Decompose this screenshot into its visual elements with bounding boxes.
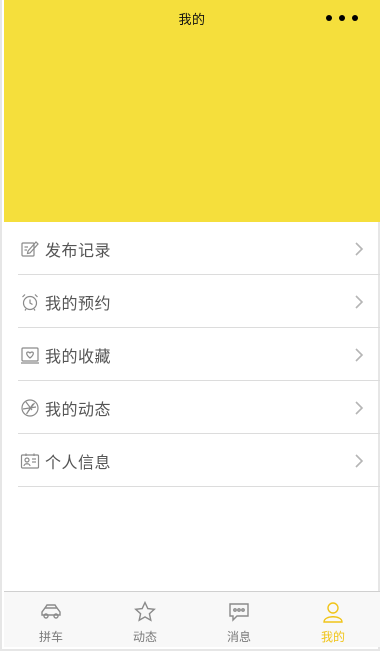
tab-label: 消息 [226,630,251,644]
chevron-right-icon [355,294,364,309]
aperture-icon [19,397,41,419]
edit-icon [19,238,41,260]
menu-item-personal-info[interactable]: 个人信息 [4,434,380,487]
star-icon [134,600,156,622]
chat-icon [229,603,249,622]
profile-header: 我的 [4,0,380,222]
menu-item-my-favorites[interactable]: 我的收藏 [4,328,380,381]
menu-item-label: 个人信息 [45,452,112,472]
alarm-clock-icon [19,291,41,313]
tab-label: 我的 [320,630,345,644]
menu-item-label: 我的收藏 [45,346,112,366]
menu-item-my-reservations[interactable]: 我的预约 [4,275,380,328]
tab-carpool[interactable]: 拼车 [4,592,98,647]
menu-item-publish-records[interactable]: 发布记录 [4,222,380,275]
chevron-right-icon [355,347,364,362]
id-card-icon [19,450,41,472]
page-title: 我的 [178,13,206,28]
more-dot-icon [326,15,332,21]
tab-label: 动态 [132,630,157,644]
menu-item-my-activity[interactable]: 我的动态 [4,381,380,434]
menu-item-label: 发布记录 [45,240,112,260]
bottom-tab-bar: 拼车 动态 消息 我的 [4,591,380,647]
tab-moments[interactable]: 动态 [98,592,192,647]
user-icon [323,602,343,623]
more-dot-icon [352,15,358,21]
tab-mine[interactable]: 我的 [286,592,380,647]
app-frame: 我的 发布记录 我的预约 我的收藏 我的动态 个人信息 拼车 动态 消息 我的 [0,0,380,651]
chevron-right-icon [355,400,364,415]
more-options-button[interactable] [326,10,358,26]
tab-label: 拼车 [38,630,63,644]
car-icon [41,604,61,619]
tab-messages[interactable]: 消息 [192,592,286,647]
more-dot-icon [339,15,345,21]
menu-item-label: 我的预约 [45,293,112,313]
chevron-right-icon [355,453,364,468]
favorite-box-icon [19,344,41,366]
chevron-right-icon [355,241,364,256]
menu-item-label: 我的动态 [45,399,112,419]
profile-menu: 发布记录 我的预约 我的收藏 我的动态 个人信息 [4,222,380,487]
